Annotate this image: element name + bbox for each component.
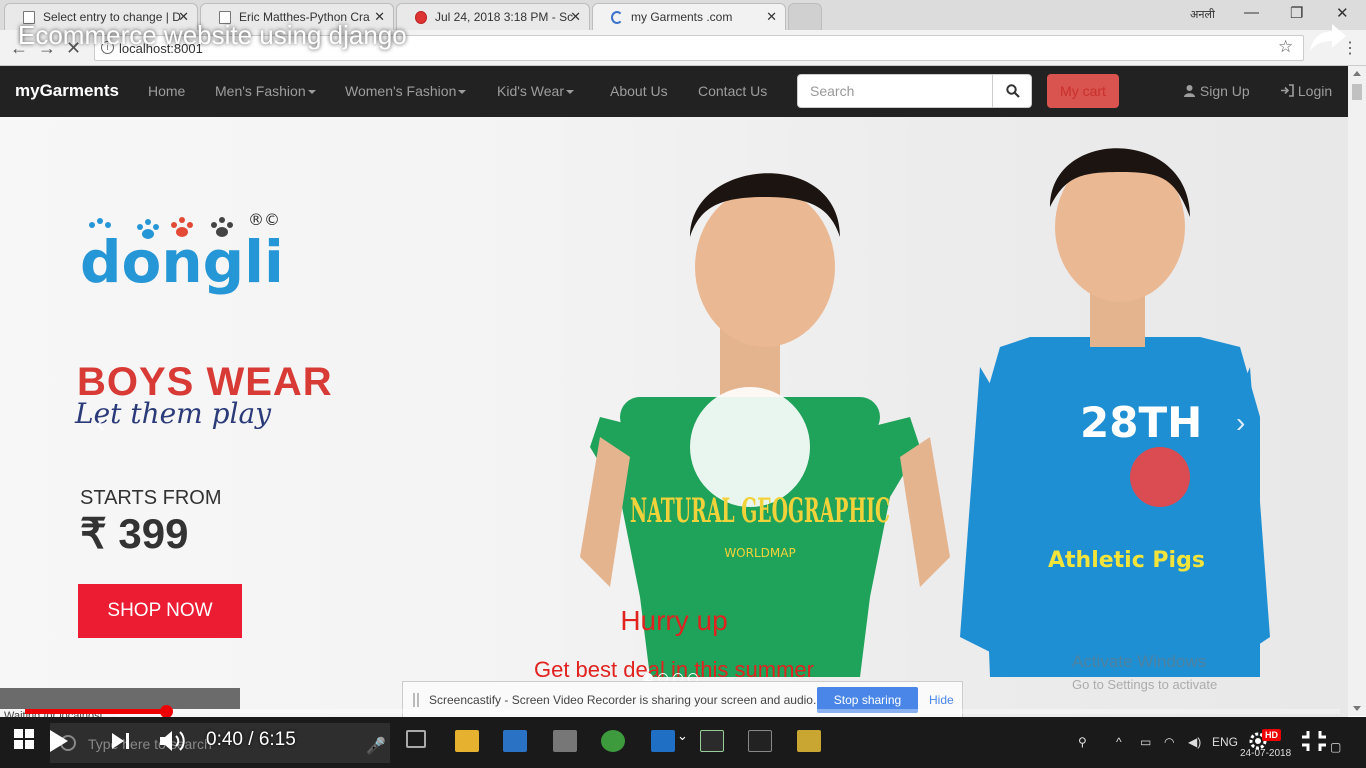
- login-link[interactable]: Login: [1280, 83, 1332, 99]
- played-progress: [25, 709, 166, 714]
- video-progress-bar[interactable]: [25, 705, 1340, 718]
- price-label: ₹ 399: [80, 510, 189, 557]
- minimize-icon[interactable]: —: [1244, 4, 1259, 21]
- play-icon[interactable]: [48, 728, 70, 754]
- brand-logo[interactable]: myGarments: [15, 81, 119, 101]
- hd-badge: HD: [1262, 729, 1281, 741]
- edge-icon[interactable]: [651, 730, 675, 752]
- search-icon: [1006, 84, 1020, 98]
- nav-label: Contact Us: [698, 83, 768, 99]
- nav-label: Kid's Wear: [497, 83, 564, 99]
- record-icon: [415, 11, 427, 24]
- caret-down-icon: [307, 90, 316, 95]
- shirt-right-number: 28TH: [1080, 398, 1202, 447]
- screencastify-message: Screencastify - Screen Video Recorder is…: [429, 693, 817, 707]
- page-scrollbar[interactable]: [1348, 66, 1366, 716]
- search-input[interactable]: Search: [797, 74, 993, 108]
- next-video-icon[interactable]: [110, 731, 132, 751]
- profile-label[interactable]: अनली: [1190, 7, 1215, 22]
- people-icon[interactable]: ⚲: [1078, 735, 1087, 749]
- dongli-logo: dongli ®©: [80, 210, 284, 296]
- nav-womens-fashion[interactable]: Women's Fashion: [345, 83, 467, 99]
- nav-contact-us[interactable]: Contact Us: [698, 83, 767, 99]
- speaker-icon[interactable]: ◀): [1188, 735, 1201, 749]
- loading-icon: [611, 11, 623, 24]
- pycharm-icon[interactable]: [700, 730, 724, 752]
- caret-down-icon: [458, 90, 467, 95]
- starts-from-label: STARTS FROM: [80, 487, 222, 509]
- mail-icon[interactable]: [553, 730, 577, 752]
- notifications-icon[interactable]: ▢: [1330, 740, 1341, 754]
- login-icon: [1281, 84, 1294, 97]
- login-label: Login: [1297, 83, 1333, 99]
- microphone-icon[interactable]: 🎤: [366, 736, 386, 756]
- scroll-down-icon[interactable]: [1353, 706, 1361, 711]
- tab-title: Jul 24, 2018 3:18 PM - Sc: [435, 10, 574, 24]
- windows-watermark-sub: Go to Settings to activate: [1072, 677, 1218, 692]
- taskbar-date: 24-07-2018: [1240, 748, 1292, 759]
- site-navbar: myGarments Home Men's Fashion Women's Fa…: [0, 66, 1348, 117]
- nav-about-us[interactable]: About Us: [610, 83, 668, 99]
- volume-icon[interactable]: [158, 728, 188, 754]
- search-button[interactable]: [992, 74, 1032, 108]
- nav-label: Home: [148, 83, 186, 99]
- nav-mens-fashion[interactable]: Men's Fashion: [215, 83, 316, 99]
- scroll-thumb[interactable]: [1352, 84, 1362, 100]
- close-icon[interactable]: ✕: [766, 9, 777, 25]
- svg-text:®©: ®©: [248, 210, 280, 229]
- wifi-icon[interactable]: ◠: [1164, 735, 1174, 749]
- search-placeholder: Search: [810, 83, 855, 99]
- taskbar-search-placeholder: Type here to search: [88, 736, 212, 752]
- bookmark-star-icon[interactable]: ☆: [1278, 37, 1293, 57]
- tab-3[interactable]: Jul 24, 2018 3:18 PM - Sc ✕: [396, 3, 590, 30]
- windows-watermark: Activate Windows: [1072, 652, 1207, 671]
- restore-icon[interactable]: ❐: [1290, 4, 1303, 22]
- video-time: 0:40 / 6:15: [206, 729, 296, 750]
- video-title[interactable]: Ecommerce website using django: [18, 20, 407, 51]
- tray-chevron-icon[interactable]: ^: [1116, 735, 1122, 749]
- chrome-icon[interactable]: [601, 730, 625, 752]
- shirt-right-text: Athletic Pigs: [1048, 548, 1205, 573]
- new-tab-button[interactable]: [788, 3, 822, 30]
- tab-title: my Garments .com: [631, 10, 733, 24]
- shirt-left-text: NATURAL GEOGRAPHIC: [630, 491, 890, 531]
- exit-fullscreen-icon[interactable]: [1300, 729, 1328, 753]
- terminal-icon[interactable]: [748, 730, 772, 752]
- time-current: 0:40: [206, 729, 243, 750]
- logo-wordmark: dongli: [80, 228, 284, 296]
- nav-label: Men's Fashion: [215, 83, 306, 99]
- my-cart-button[interactable]: My cart: [1047, 74, 1119, 108]
- notes-icon[interactable]: [797, 730, 821, 752]
- screen: Select entry to change | D ✕ Eric Matthe…: [0, 0, 1366, 768]
- nav-label: Women's Fashion: [345, 83, 457, 99]
- caret-down-icon: [566, 90, 574, 95]
- hide-button[interactable]: Hide: [929, 693, 954, 707]
- nav-kids-wear[interactable]: Kid's Wear: [497, 83, 574, 99]
- caption-title: Hurry up: [620, 605, 728, 636]
- battery-icon[interactable]: ▭: [1140, 735, 1151, 749]
- tab-active[interactable]: my Garments .com ✕: [592, 3, 786, 30]
- drag-handle-icon[interactable]: [413, 693, 419, 707]
- task-view-icon[interactable]: [406, 730, 426, 748]
- signup-label: Sign Up: [1199, 83, 1250, 99]
- time-total: 6:15: [258, 729, 296, 750]
- share-icon[interactable]: [1308, 20, 1348, 54]
- chevron-down-icon[interactable]: ⌄: [677, 728, 688, 744]
- nav-label: About Us: [610, 83, 668, 99]
- shirt-left-sub: WORLDMAP: [724, 546, 795, 560]
- language-indicator[interactable]: ENG: [1212, 735, 1238, 749]
- carousel-next-icon[interactable]: ›: [1236, 407, 1245, 439]
- store-icon[interactable]: [503, 730, 527, 752]
- windows-start-icon[interactable]: [14, 729, 34, 749]
- carousel-prev-icon[interactable]: ‹: [96, 407, 105, 439]
- file-explorer-icon[interactable]: [455, 730, 479, 752]
- scroll-up-icon[interactable]: [1353, 71, 1361, 76]
- signup-link[interactable]: Sign Up: [1183, 83, 1250, 99]
- close-icon[interactable]: ✕: [570, 9, 581, 25]
- user-icon: [1184, 85, 1195, 97]
- video-mini-toolbar: [0, 688, 240, 709]
- hero-carousel: dongli ®© BOYS WEAR Let them play STARTS…: [0, 117, 1348, 717]
- nav-home[interactable]: Home: [148, 83, 185, 99]
